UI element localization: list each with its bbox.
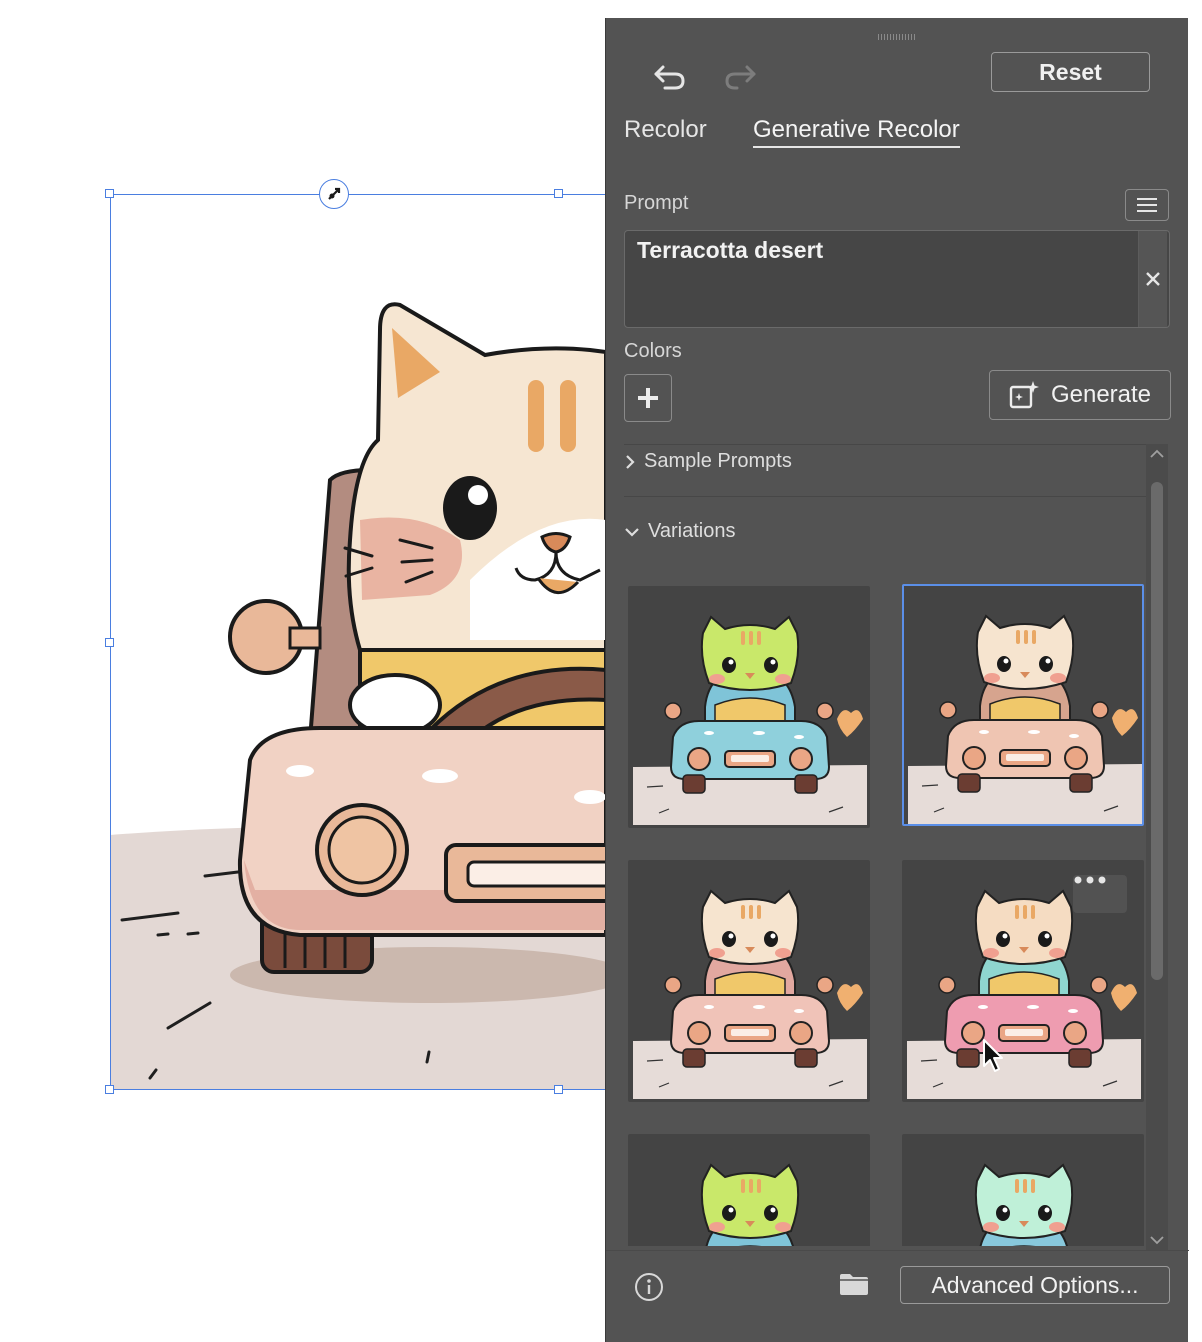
hamburger-menu-icon	[1137, 198, 1157, 212]
panel-scrollbar[interactable]	[1146, 444, 1168, 1250]
variation-preview-image	[700, 1163, 800, 1246]
generate-button-label: Generate	[1050, 381, 1152, 408]
folder-icon	[840, 1274, 868, 1295]
sample-prompts-toggle[interactable]: Sample Prompts	[624, 450, 792, 473]
info-icon	[635, 1273, 663, 1301]
close-icon	[1146, 272, 1160, 286]
variation-preview-image	[633, 889, 867, 1099]
section-divider	[624, 496, 1148, 497]
selection-handle-bottom-middle[interactable]	[554, 1085, 563, 1094]
info-button[interactable]	[632, 1270, 666, 1304]
advanced-options-button[interactable]: Advanced Options...	[900, 1266, 1170, 1304]
sample-prompts-label: Sample Prompts	[644, 450, 792, 472]
variation-thumbnail[interactable]	[628, 586, 870, 828]
redo-button[interactable]	[720, 56, 760, 96]
variation-thumbnail[interactable]	[628, 860, 870, 1102]
generative-recolor-panel: Reset Recolor Generative Recolor Prompt …	[605, 18, 1189, 1342]
add-color-button[interactable]	[624, 374, 672, 422]
selection-handle-middle-left[interactable]	[105, 638, 114, 647]
undo-button[interactable]	[650, 56, 690, 96]
selection-handle-bottom-left[interactable]	[105, 1085, 114, 1094]
variations-toggle[interactable]: Variations	[624, 520, 735, 543]
variation-thumbnail[interactable]	[902, 584, 1144, 826]
scroll-up-icon[interactable]	[1149, 448, 1165, 460]
selection-handle-top-middle[interactable]	[554, 189, 563, 198]
folder-button[interactable]	[836, 1268, 872, 1300]
canvas-area[interactable]	[0, 0, 610, 1342]
colors-label: Colors	[624, 340, 682, 362]
canvas-right-strip	[1188, 0, 1202, 1342]
chevron-right-icon	[626, 454, 635, 469]
rotate-handle[interactable]	[319, 179, 349, 209]
variation-preview-image	[974, 1163, 1074, 1246]
selection-handle-top-left[interactable]	[105, 189, 114, 198]
reset-button[interactable]: Reset	[991, 52, 1150, 92]
mouse-cursor-icon	[983, 1039, 1003, 1072]
redo-icon	[725, 65, 756, 90]
chevron-down-icon	[625, 527, 639, 537]
variation-thumbnail[interactable]	[628, 1134, 870, 1246]
footer-divider	[606, 1250, 1189, 1251]
variation-preview-image	[633, 615, 867, 825]
scroll-down-icon[interactable]	[1149, 1234, 1165, 1246]
variation-thumbnail[interactable]	[902, 860, 1144, 1102]
rotate-handle-icon	[328, 187, 341, 200]
variations-label: Variations	[648, 520, 736, 542]
generate-sparkle-icon	[1009, 381, 1039, 409]
prompt-input-text[interactable]: Terracotta desert	[637, 237, 823, 264]
panel-drag-grip[interactable]	[878, 34, 916, 40]
variation-preview-image	[908, 614, 1142, 824]
variation-more-options-button[interactable]	[1073, 875, 1127, 913]
selection-bounding-box[interactable]	[110, 194, 610, 1090]
clear-prompt-button[interactable]	[1138, 231, 1167, 327]
section-divider	[624, 444, 1148, 445]
canvas-top-strip	[605, 0, 1188, 18]
prompt-input[interactable]: Terracotta desert	[624, 230, 1170, 328]
prompt-menu-button[interactable]	[1125, 189, 1169, 221]
scrollbar-thumb[interactable]	[1151, 482, 1163, 980]
tab-recolor[interactable]: Recolor	[624, 116, 707, 144]
tab-generative-recolor[interactable]: Generative Recolor	[753, 116, 960, 148]
undo-icon	[654, 65, 685, 90]
plus-icon	[638, 388, 658, 408]
more-horizontal-icon	[1074, 876, 1106, 884]
prompt-label: Prompt	[624, 192, 689, 214]
variations-grid	[624, 564, 1150, 1246]
generate-button[interactable]: Generate	[989, 370, 1171, 420]
variation-thumbnail[interactable]	[902, 1134, 1144, 1246]
